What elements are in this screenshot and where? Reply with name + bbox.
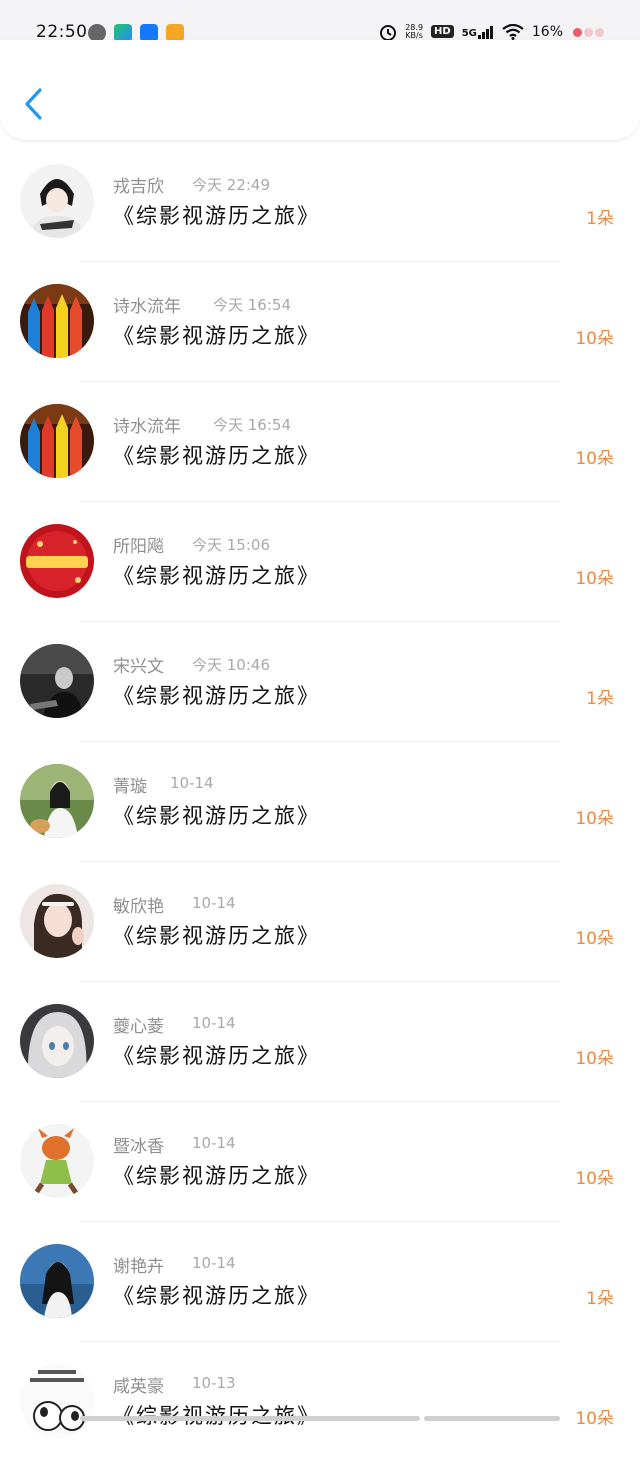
list-item[interactable]: 菁璇 10-14 《综影视游历之旅》 10朵 (0, 742, 640, 862)
back-button[interactable] (20, 86, 48, 122)
network-speed-unit: KB/s (405, 30, 423, 40)
book-title: 《综影视游历之旅》 (113, 1284, 320, 1308)
scrollbar-track[interactable] (424, 1416, 560, 1421)
list-item[interactable]: 戎吉欣 今天 22:49 《综影视游历之旅》 1朵 (0, 142, 640, 262)
gift-amount: 10朵 (575, 1409, 614, 1429)
list-item[interactable]: 谢艳卉 10-14 《综影视游历之旅》 1朵 (0, 1222, 640, 1342)
avatar[interactable] (20, 404, 94, 478)
gift-list: 戎吉欣 今天 22:49 《综影视游历之旅》 1朵 诗水流年 今天 16:54 … (0, 142, 640, 1462)
book-title: 《综影视游历之旅》 (113, 1400, 320, 1430)
avatar[interactable] (20, 1004, 94, 1078)
sent-time: 10-13 (192, 1374, 236, 1392)
signal-icon: 5G (462, 25, 494, 39)
sender-name: 所阳飚 (113, 537, 164, 557)
wifi-icon (502, 23, 524, 40)
book-title: 《综影视游历之旅》 (113, 1164, 320, 1188)
book-title: 《综影视游历之旅》 (113, 924, 320, 948)
avatar[interactable] (20, 164, 94, 238)
avatar[interactable] (20, 1244, 94, 1318)
battery-level: 16% (531, 23, 563, 40)
sender-name: 夔心菱 (113, 1017, 164, 1037)
book-title: 《综影视游历之旅》 (113, 204, 320, 228)
sent-time: 10-14 (192, 894, 236, 912)
network-speed: 28.9 KB/s (405, 23, 423, 40)
sender-name: 宋兴文 (113, 657, 164, 677)
gift-amount: 10朵 (575, 569, 614, 589)
book-title: 《综影视游历之旅》 (113, 1044, 320, 1068)
status-right: 28.9 KB/s HD 5G 16% (379, 22, 604, 41)
sender-name: 敏欣艳 (113, 897, 164, 917)
list-item[interactable]: 所阳飚 今天 15:06 《综影视游历之旅》 10朵 (0, 502, 640, 622)
gift-amount: 1朵 (586, 209, 614, 229)
gift-amount: 10朵 (575, 449, 614, 469)
avatar[interactable] (20, 1124, 94, 1198)
sent-time: 今天 22:49 (192, 176, 270, 194)
sent-time: 10-14 (170, 774, 214, 792)
list-item[interactable]: 诗水流年 今天 16:54 《综影视游历之旅》 10朵 (0, 382, 640, 502)
alarm-icon (380, 24, 397, 41)
avatar[interactable] (20, 524, 94, 598)
sent-time: 今天 15:06 (192, 536, 270, 554)
sent-time: 10-14 (192, 1254, 236, 1272)
book-title: 《综影视游历之旅》 (113, 324, 320, 348)
list-item[interactable]: 敏欣艳 10-14 《综影视游历之旅》 10朵 (0, 862, 640, 982)
horizontal-scrollbar[interactable] (80, 1416, 560, 1422)
sender-name: 诗水流年 (113, 417, 181, 437)
list-item[interactable]: 诗水流年 今天 16:54 《综影视游历之旅》 10朵 (0, 262, 640, 382)
book-title: 《综影视游历之旅》 (113, 684, 320, 708)
gift-amount: 10朵 (575, 929, 614, 949)
book-title: 《综影视游历之旅》 (113, 804, 320, 828)
sender-name: 咸英豪 (113, 1377, 164, 1397)
sent-time: 今天 10:46 (192, 656, 270, 674)
battery-dots-icon (571, 22, 604, 41)
gift-amount: 1朵 (586, 1289, 614, 1309)
app-header (0, 40, 640, 141)
sender-name: 戎吉欣 (113, 177, 164, 197)
sent-time: 今天 16:54 (213, 416, 291, 434)
book-title: 《综影视游历之旅》 (113, 564, 320, 588)
gift-amount: 10朵 (575, 809, 614, 829)
sender-name: 诗水流年 (113, 297, 181, 317)
sent-time: 10-14 (192, 1134, 236, 1152)
gift-amount: 10朵 (575, 329, 614, 349)
net-type: 5G (461, 27, 477, 39)
list-item[interactable]: 咸英豪 10-13 《综影视游历之旅》 10朵 (0, 1342, 640, 1462)
sender-name: 暨冰香 (113, 1137, 164, 1157)
book-title: 《综影视游历之旅》 (113, 444, 320, 468)
list-item[interactable]: 暨冰香 10-14 《综影视游历之旅》 10朵 (0, 1102, 640, 1222)
sent-time: 今天 16:54 (213, 296, 291, 314)
status-time: 22:50 (36, 22, 88, 42)
avatar[interactable] (20, 1364, 94, 1438)
avatar[interactable] (20, 764, 94, 838)
avatar[interactable] (20, 644, 94, 718)
sender-name: 菁璇 (113, 777, 147, 797)
scrollbar-thumb[interactable] (80, 1416, 420, 1421)
hd-badge: HD (431, 25, 454, 38)
gift-amount: 1朵 (586, 689, 614, 709)
list-item[interactable]: 夔心菱 10-14 《综影视游历之旅》 10朵 (0, 982, 640, 1102)
gift-amount: 10朵 (575, 1049, 614, 1069)
list-item[interactable]: 宋兴文 今天 10:46 《综影视游历之旅》 1朵 (0, 622, 640, 742)
sent-time: 10-14 (192, 1014, 236, 1032)
sender-name: 谢艳卉 (113, 1257, 164, 1277)
gift-amount: 10朵 (575, 1169, 614, 1189)
avatar[interactable] (20, 284, 94, 358)
avatar[interactable] (20, 884, 94, 958)
chevron-left-icon (25, 88, 42, 120)
